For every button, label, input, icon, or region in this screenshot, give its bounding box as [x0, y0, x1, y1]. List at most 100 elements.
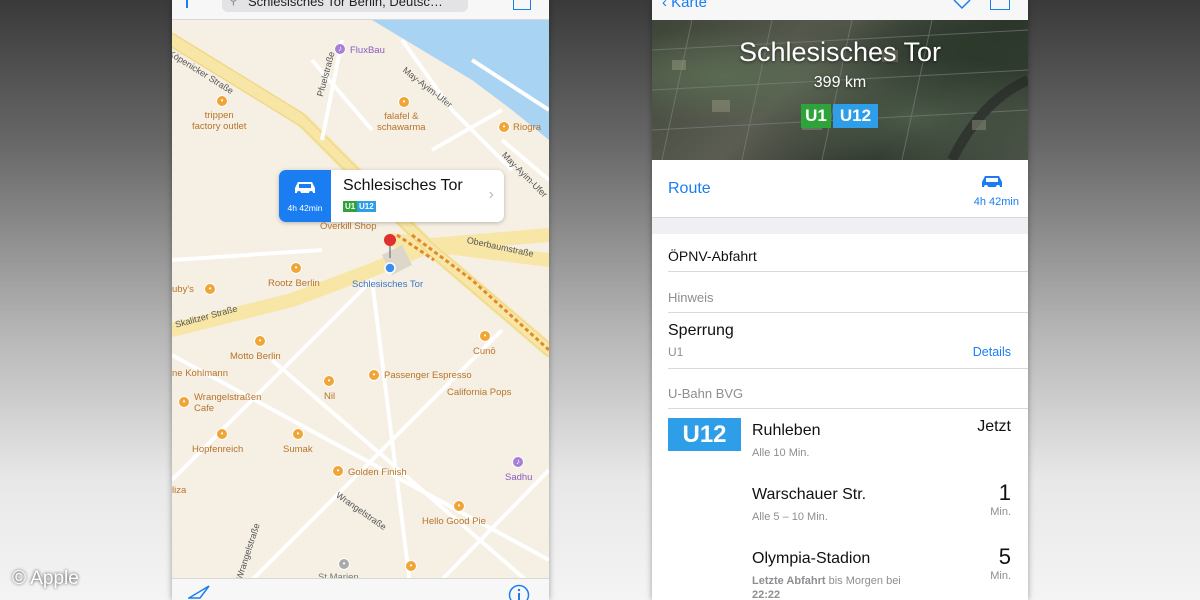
details-nav-bar: ‹ Karte	[652, 0, 1028, 20]
back-to-map-label: Karte	[671, 0, 708, 11]
poi-fluxbau-icon[interactable]: ♪	[334, 43, 346, 55]
departure-time-unit: Min.	[990, 570, 1011, 582]
departure-time: 5	[998, 544, 1011, 569]
map-bottom-bar	[172, 578, 549, 600]
maps-screen: ⚲ Schlesisches Tor Berlin, Deutsc… Köpen…	[172, 0, 549, 600]
share-icon[interactable]	[990, 0, 1010, 10]
poi-bottom-icon[interactable]: •	[405, 560, 417, 572]
back-to-map-button[interactable]: ‹ Karte	[662, 0, 707, 11]
transit-section: ÖPNV-Abfahrt Hinweis Sperrung U1 Details…	[652, 234, 1028, 600]
poi-hellogood-icon[interactable]: •	[453, 500, 465, 512]
callout-title: Schlesisches Tor	[343, 177, 463, 194]
departure-destination: Olympia-Stadion	[752, 550, 871, 567]
notice-title: Sperrung	[668, 322, 734, 339]
map-search-field[interactable]: ⚲ Schlesisches Tor Berlin, Deutsc…	[222, 0, 468, 12]
callout-badge-u12: U12	[357, 201, 376, 212]
map-top-bar: ⚲ Schlesisches Tor Berlin, Deutsc…	[172, 0, 549, 20]
poi-hopfenreich-icon[interactable]: •	[216, 428, 228, 440]
copyright-label: © Apple	[12, 568, 79, 589]
poi-riogra-label[interactable]: Riogra	[513, 122, 541, 133]
callout-badge-u1: U1	[343, 201, 358, 212]
poi-cuno-label[interactable]: Cunō	[473, 346, 496, 357]
car-icon	[295, 182, 315, 195]
departure-frequency: Alle 10 Min.	[752, 447, 810, 459]
poi-sadhu-icon[interactable]: ♪	[512, 456, 524, 468]
notice-line: U1	[668, 345, 684, 359]
poi-sadhu-label[interactable]: Sadhu	[505, 472, 532, 483]
divider	[668, 368, 1028, 369]
poi-motto-label[interactable]: Motto Berlin	[230, 351, 281, 362]
poi-hopfenreich-label[interactable]: Hopfenreich	[192, 444, 243, 455]
departure-line-badge: U12	[668, 418, 741, 451]
departure-last-time: 22:22	[752, 589, 781, 600]
divider	[668, 408, 1028, 409]
back-chevron-icon[interactable]	[186, 0, 188, 8]
poi-passenger-label[interactable]: Passenger Espresso	[384, 370, 472, 381]
poi-fluxbau-label[interactable]: FluxBau	[350, 45, 385, 56]
poi-kohlmann-label[interactable]: ne Kohlmann	[172, 368, 228, 379]
poi-riogra-icon[interactable]: •	[498, 121, 510, 133]
place-details-screen: ‹ Karte Schlesisches Tor 399 km U1 U12 R…	[652, 0, 1028, 600]
search-field-text: Schlesisches Tor Berlin, Deutsc…	[248, 0, 443, 9]
divider	[668, 312, 1028, 313]
satellite-header: Schlesisches Tor 399 km U1 U12	[652, 20, 1028, 160]
chevron-right-icon: ›	[488, 186, 494, 203]
poi-falafel-label[interactable]: falafel & schawarma	[377, 111, 426, 133]
route-row[interactable]: Route 4h 42min	[652, 160, 1028, 218]
poi-cuno-icon[interactable]: •	[479, 330, 491, 342]
route-eta[interactable]: 4h 42min	[974, 196, 1019, 208]
share-icon[interactable]	[513, 0, 531, 10]
divider	[668, 271, 1028, 272]
route-button[interactable]: Route	[668, 180, 711, 198]
line-badge-u1: U1	[801, 104, 831, 128]
poi-hellogood-label[interactable]: Hello Good Pie	[422, 516, 486, 527]
directions-button[interactable]: 4h 42min	[279, 170, 331, 222]
poi-nil-icon[interactable]: •	[323, 375, 335, 387]
location-callout[interactable]: 4h 42min Schlesisches Tor U1 U12 ›	[279, 170, 504, 222]
poi-liza-label[interactable]: liza	[172, 485, 186, 496]
departure-time: 1	[998, 480, 1011, 505]
poi-rootz-icon[interactable]: •	[290, 262, 302, 274]
chevron-left-icon: ‹	[662, 0, 667, 11]
poi-passenger-icon[interactable]: •	[368, 369, 380, 381]
poi-sumak-icon[interactable]: •	[292, 428, 304, 440]
departure-time: Jetzt	[977, 418, 1011, 435]
departure-destination: Warschauer Str.	[752, 486, 867, 503]
car-icon[interactable]	[980, 174, 1004, 190]
poi-nil-label[interactable]: Nil	[324, 391, 335, 402]
poi-motto-icon[interactable]: •	[254, 335, 266, 347]
poi-california-label[interactable]: California Pops	[447, 387, 511, 398]
departure-last-label: Letzte Abfahrt	[752, 575, 826, 587]
poi-schlesisches-tor-label[interactable]: Schlesisches Tor	[352, 279, 423, 290]
location-arrow-icon[interactable]	[188, 585, 210, 599]
section-title-opnv: ÖPNV-Abfahrt	[668, 248, 757, 264]
poi-stmarion-icon[interactable]: •	[338, 558, 350, 570]
poi-trippen-icon[interactable]: •	[216, 95, 228, 107]
poi-golden-label[interactable]: Golden Finish	[348, 467, 407, 478]
section-title-hinweis: Hinweis	[668, 290, 714, 305]
departure-frequency: Alle 5 – 10 Min.	[752, 511, 828, 523]
section-title-ubahn: U-Bahn BVG	[668, 386, 744, 401]
poi-rubys-icon[interactable]: •	[204, 283, 216, 295]
departure-time-unit: Min.	[990, 506, 1011, 518]
poi-overkill-label[interactable]: Overkill Shop	[320, 221, 377, 232]
favorite-heart-icon[interactable]	[952, 0, 972, 10]
callout-eta: 4h 42min	[287, 203, 323, 213]
poi-cafe-icon[interactable]: •	[178, 396, 190, 408]
departure-frequency-text: bis Morgen bei	[825, 575, 901, 587]
poi-trippen-label[interactable]: trippen factory outlet	[192, 110, 246, 132]
notice-details-link[interactable]: Details	[973, 345, 1011, 359]
place-title: Schlesisches Tor	[738, 37, 942, 67]
departure-destination: Ruhleben	[752, 422, 821, 439]
info-icon[interactable]	[508, 584, 530, 600]
poi-rootz-label[interactable]: Rootz Berlin	[268, 278, 320, 289]
poi-falafel-icon[interactable]: •	[398, 96, 410, 108]
poi-sumak-label[interactable]: Sumak	[283, 444, 313, 455]
poi-golden-icon[interactable]: •	[332, 465, 344, 477]
search-icon: ⚲	[229, 0, 238, 7]
poi-rubys-label[interactable]: uby's	[172, 284, 194, 295]
line-badge-u12: U12	[833, 104, 878, 128]
poi-cafe-label[interactable]: Wrangelstraßen Cafe	[194, 392, 261, 414]
place-distance: 399 km	[813, 74, 867, 91]
departure-frequency: Letzte Abfahrt bis Morgen bei 22:22	[752, 574, 942, 600]
